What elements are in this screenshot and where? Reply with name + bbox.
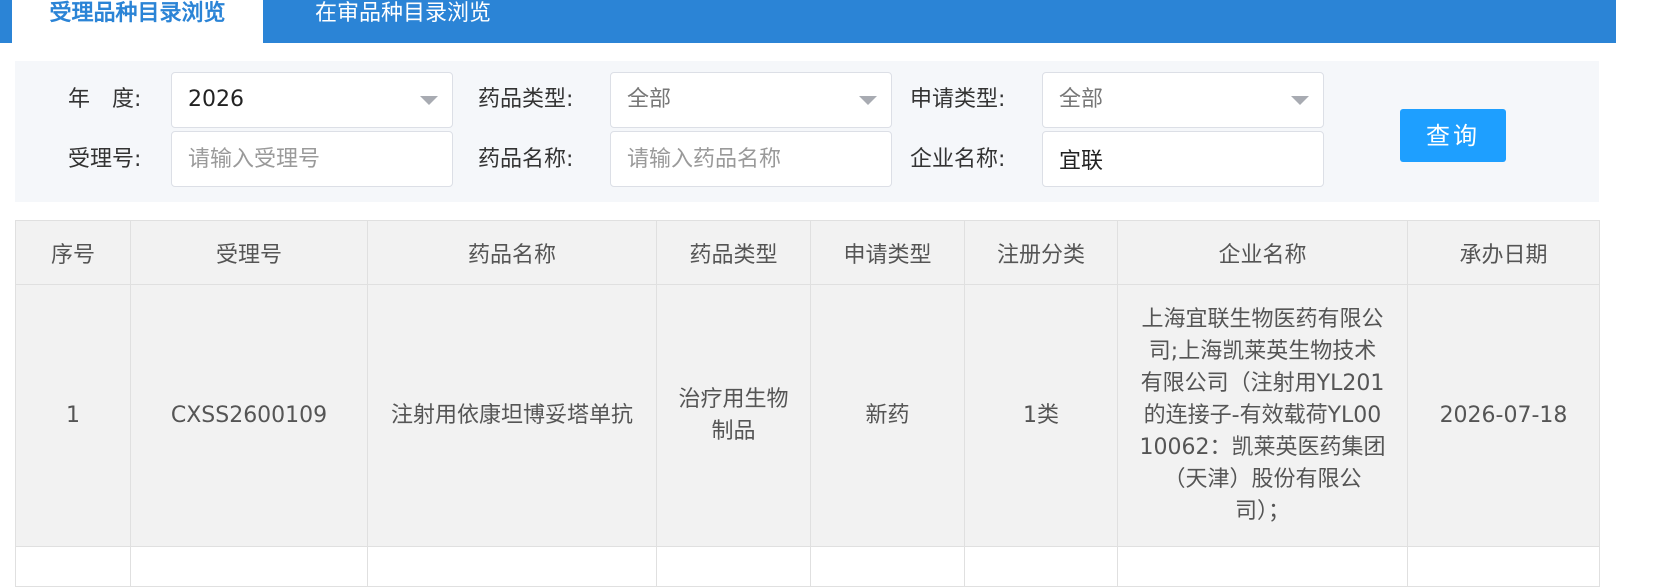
chevron-down-icon [859, 96, 877, 105]
cell-drug-type: 治疗用生物制品 [656, 284, 811, 547]
header-drug-name: 药品名称 [367, 220, 657, 285]
cell-accept-no: CXSS2600109 [130, 284, 368, 547]
tab-bar: 受理品种目录浏览 在审品种目录浏览 [0, 0, 1616, 43]
cell-index: 1 [15, 284, 131, 547]
table-row[interactable]: 1 CXSS2600109 注射用依康坦博妥塔单抗 治疗用生物制品 新药 1类 … [15, 284, 1600, 547]
apply-type-label: 申请类型: [910, 87, 1006, 112]
chevron-down-icon [420, 96, 438, 105]
cell-empty [367, 546, 657, 587]
cell-empty [1117, 546, 1408, 587]
header-date: 承办日期 [1407, 220, 1600, 285]
cell-drug-name: 注射用依康坦博妥塔单抗 [367, 284, 657, 547]
header-index: 序号 [15, 220, 131, 285]
year-select[interactable]: 2026 [171, 72, 453, 128]
chevron-down-icon [1291, 96, 1309, 105]
header-accept-no: 受理号 [130, 220, 368, 285]
results-table: 序号 受理号 药品名称 药品类型 申请类型 注册分类 企业名称 承办日期 1 C… [15, 220, 1600, 587]
accept-no-label: 受理号: [68, 147, 142, 172]
search-panel: 年 度: 2026 药品类型: 全部 申请类型: 全部 受理号: 药品名称: 企… [15, 61, 1599, 202]
apply-type-select[interactable]: 全部 [1042, 72, 1324, 128]
query-button[interactable]: 查询 [1400, 109, 1506, 162]
cell-empty [15, 546, 131, 587]
cell-reg-class: 1类 [964, 284, 1118, 547]
header-company: 企业名称 [1117, 220, 1408, 285]
cell-date: 2026-07-18 [1407, 284, 1600, 547]
tab-accepted-catalog[interactable]: 受理品种目录浏览 [12, 0, 263, 43]
header-apply-type: 申请类型 [810, 220, 965, 285]
table-row [15, 546, 1600, 587]
company-label: 企业名称: [910, 147, 1006, 172]
accept-no-input[interactable] [171, 131, 453, 187]
year-label: 年 度: [68, 87, 142, 112]
company-input[interactable] [1042, 131, 1324, 187]
cell-empty [964, 546, 1118, 587]
cell-company: 上海宜联生物医药有限公司;上海凯莱英生物技术有限公司（注射用YL201的连接子-… [1117, 284, 1408, 547]
cell-apply-type: 新药 [810, 284, 965, 547]
drug-type-select[interactable]: 全部 [610, 72, 892, 128]
tab-under-review-catalog[interactable]: 在审品种目录浏览 [263, 0, 543, 43]
table-header-row: 序号 受理号 药品名称 药品类型 申请类型 注册分类 企业名称 承办日期 [15, 220, 1600, 285]
cell-empty [810, 546, 965, 587]
cell-empty [656, 546, 811, 587]
cell-empty [130, 546, 368, 587]
header-drug-type: 药品类型 [656, 220, 811, 285]
drug-name-label: 药品名称: [478, 147, 574, 172]
apply-type-value: 全部 [1059, 87, 1104, 112]
drug-name-input[interactable] [610, 131, 892, 187]
header-reg-class: 注册分类 [964, 220, 1118, 285]
cell-empty [1407, 546, 1600, 587]
year-value: 2026 [188, 87, 244, 112]
drug-type-value: 全部 [627, 87, 672, 112]
drug-type-label: 药品类型: [478, 87, 574, 112]
